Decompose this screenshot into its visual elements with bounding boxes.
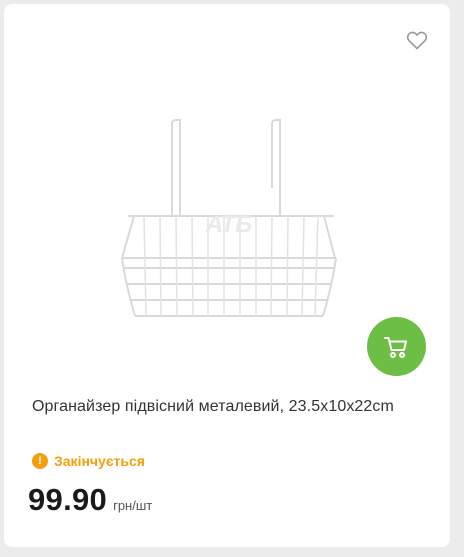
wire-basket-illustration: АТБ — [121, 119, 337, 317]
shopping-cart-icon — [384, 337, 407, 358]
stock-status: ! Закінчується — [32, 452, 145, 470]
product-title[interactable]: Органайзер підвісний металевий, 23.5x10x… — [32, 392, 424, 422]
image-watermark: АТБ — [205, 211, 253, 238]
add-to-favorites-button[interactable] — [405, 28, 429, 52]
product-image[interactable]: АТБ — [104, 116, 350, 332]
heart-outline-icon — [406, 31, 428, 50]
product-card[interactable]: АТБ Органайзер підвісний металевий, 23.5… — [4, 4, 450, 547]
warning-circle-icon: ! — [32, 453, 48, 469]
price-block: 99.90 грн/шт — [28, 482, 152, 518]
price-unit: грн/шт — [113, 498, 153, 513]
stock-status-label: Закінчується — [54, 453, 145, 469]
product-price: 99.90 — [28, 482, 108, 517]
add-to-cart-button[interactable] — [367, 317, 426, 376]
